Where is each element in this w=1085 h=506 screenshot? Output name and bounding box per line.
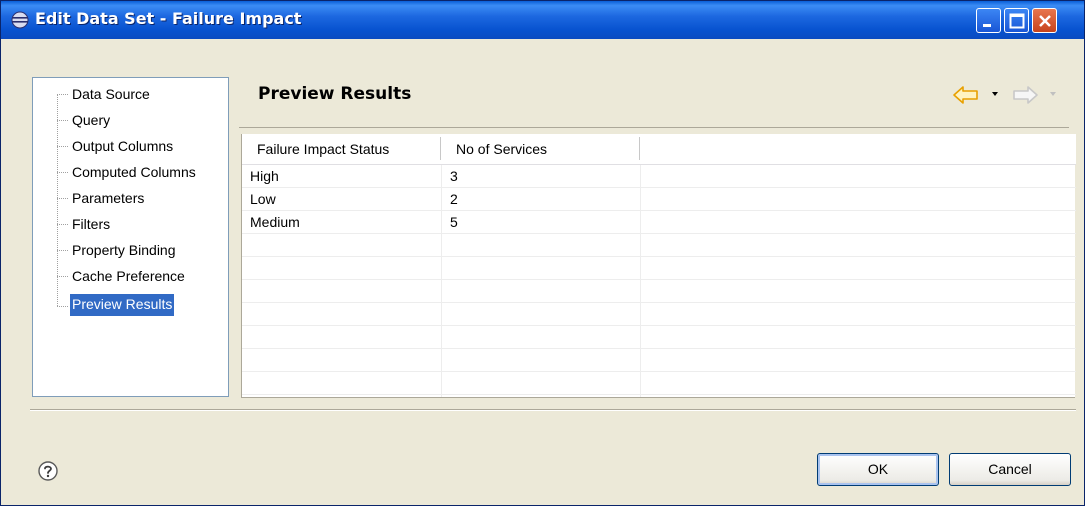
- nav-item-query[interactable]: Query: [70, 110, 112, 132]
- cell-status: Medium: [250, 214, 300, 230]
- cell-status: Low: [250, 191, 276, 207]
- chevron-down-icon: [1050, 92, 1056, 96]
- footer-divider: [30, 409, 1076, 411]
- close-button[interactable]: [1032, 8, 1057, 33]
- maximize-button[interactable]: [1004, 8, 1029, 33]
- maximize-icon: [1009, 13, 1025, 29]
- column-divider[interactable]: [639, 137, 640, 160]
- table-row-empty: [242, 234, 1076, 257]
- tree-connector: [57, 146, 68, 147]
- tree-connector: [57, 306, 68, 307]
- tree-connector: [57, 198, 68, 199]
- minimize-icon: [983, 24, 991, 27]
- tree-connector: [57, 94, 58, 306]
- table-row[interactable]: Low 2: [242, 188, 1076, 211]
- nav-item-cache-preference[interactable]: Cache Preference: [70, 266, 187, 288]
- column-header-failure-impact-status[interactable]: Failure Impact Status: [257, 134, 389, 164]
- cell-count: 5: [450, 214, 458, 230]
- table-row-empty: [242, 303, 1076, 326]
- header-divider: [239, 127, 1069, 128]
- nav-item-computed-columns[interactable]: Computed Columns: [70, 162, 198, 184]
- tree-connector: [57, 250, 68, 251]
- nav-item-preview-results[interactable]: Preview Results: [70, 294, 175, 316]
- cancel-button[interactable]: Cancel: [949, 453, 1071, 486]
- cell-count: 2: [450, 191, 458, 207]
- nav-item-filters[interactable]: Filters: [70, 214, 112, 236]
- minimize-button[interactable]: [976, 8, 1001, 33]
- table-row[interactable]: Medium 5: [242, 211, 1076, 234]
- close-icon: [1039, 15, 1051, 27]
- table-row-empty: [242, 257, 1076, 280]
- tree-connector: [57, 94, 68, 95]
- table-body: High 3 Low 2 Medium 5: [242, 165, 1076, 395]
- back-arrow-icon[interactable]: [953, 85, 979, 105]
- page-title: Preview Results: [258, 84, 412, 104]
- tree-connector: [57, 276, 68, 277]
- cell-status: High: [250, 168, 279, 184]
- nav-item-property-binding[interactable]: Property Binding: [70, 240, 178, 262]
- tree-connector: [57, 224, 68, 225]
- title-bar[interactable]: Edit Data Set - Failure Impact: [1, 1, 1084, 39]
- dialog-window: Edit Data Set - Failure Impact Data Sour…: [0, 0, 1085, 506]
- nav-item-data-source[interactable]: Data Source: [70, 84, 152, 106]
- table-row[interactable]: High 3: [242, 165, 1076, 188]
- table-header: Failure Impact Status No of Services: [242, 134, 1076, 165]
- eclipse-icon: [11, 11, 29, 29]
- results-table[interactable]: Failure Impact Status No of Services Hig…: [241, 134, 1076, 398]
- table-row-empty: [242, 372, 1076, 395]
- ok-button[interactable]: OK: [817, 453, 939, 486]
- help-icon[interactable]: [37, 460, 59, 482]
- column-divider[interactable]: [440, 137, 441, 160]
- tree-connector: [57, 172, 68, 173]
- tree-connector: [57, 120, 68, 121]
- chevron-down-icon[interactable]: [990, 89, 1000, 99]
- window-title: Edit Data Set - Failure Impact: [35, 9, 302, 28]
- table-row-empty: [242, 280, 1076, 303]
- nav-item-output-columns[interactable]: Output Columns: [70, 136, 175, 158]
- column-header-no-of-services[interactable]: No of Services: [456, 134, 547, 164]
- table-row-empty: [242, 326, 1076, 349]
- cell-count: 3: [450, 168, 458, 184]
- nav-tree[interactable]: Data Source Query Output Columns Compute…: [32, 77, 229, 397]
- forward-arrow-icon: [1013, 86, 1038, 104]
- nav-item-parameters[interactable]: Parameters: [70, 188, 146, 210]
- table-row-empty: [242, 349, 1076, 372]
